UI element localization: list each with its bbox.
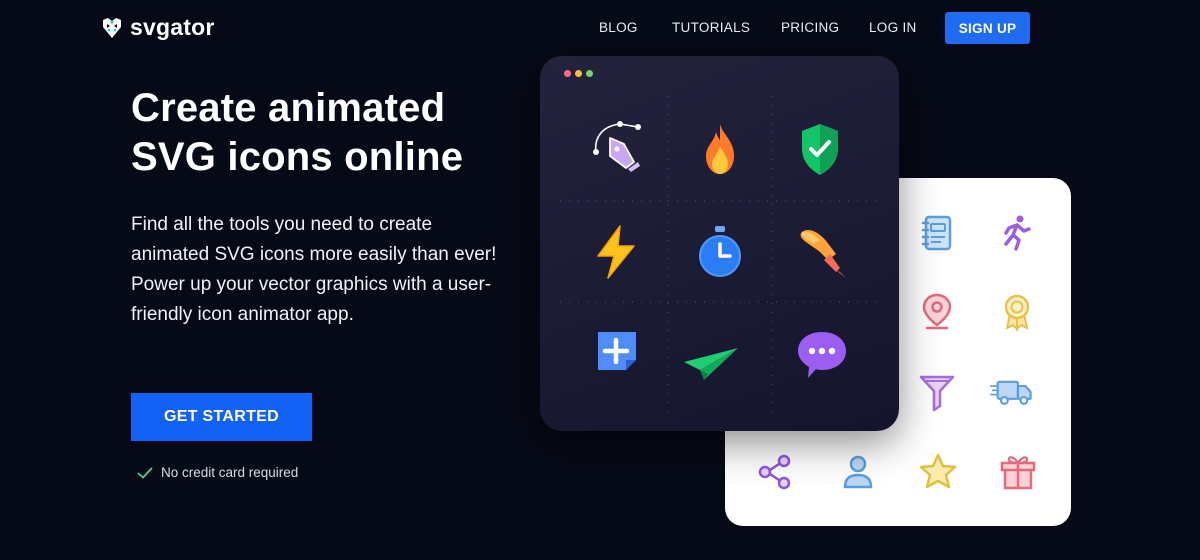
gift-icon	[1000, 456, 1036, 490]
no-credit-card-text: No credit card required	[161, 465, 299, 480]
paintbrush-icon	[800, 229, 846, 278]
notebook-icon	[921, 215, 952, 251]
pen-tool-icon	[593, 121, 641, 172]
star-icon	[919, 453, 957, 489]
filter-icon	[919, 375, 955, 412]
nav-blog[interactable]: BLOG	[599, 20, 638, 35]
dark-icons-panel	[540, 56, 899, 431]
location-pin-icon	[922, 293, 952, 330]
hero-description: Find all the tools you need to create an…	[131, 214, 497, 325]
get-started-button[interactable]: GET STARTED	[131, 393, 312, 441]
user-icon	[843, 455, 873, 489]
signup-button[interactable]: SIGN UP	[945, 12, 1030, 44]
add-note-icon	[598, 332, 636, 370]
checkmark-icon	[137, 467, 153, 478]
nav-login[interactable]: LOG IN	[869, 20, 917, 35]
title-line-1: Create animated	[131, 86, 446, 130]
share-icon	[758, 454, 791, 490]
no-credit-card-note: No credit card required	[137, 465, 298, 480]
title-line-2: SVG icons online	[131, 135, 464, 179]
page-title: Create animated SVG icons online	[131, 84, 531, 182]
chat-bubble-icon	[798, 332, 846, 378]
flame-icon	[706, 124, 734, 174]
running-person-icon	[1004, 215, 1031, 251]
brand-logo[interactable]: svgator	[100, 14, 214, 41]
delivery-truck-icon	[990, 380, 1032, 405]
paper-plane-icon	[684, 348, 738, 380]
shield-check-icon	[802, 124, 838, 175]
lightning-icon	[597, 225, 635, 279]
stopwatch-icon	[699, 226, 741, 277]
alligator-logo-icon	[103, 17, 121, 38]
award-medal-icon	[1004, 294, 1030, 332]
nav-tutorials[interactable]: TUTORIALS	[672, 20, 750, 35]
brand-name: svgator	[130, 14, 215, 40]
nav-pricing[interactable]: PRICING	[781, 20, 839, 35]
